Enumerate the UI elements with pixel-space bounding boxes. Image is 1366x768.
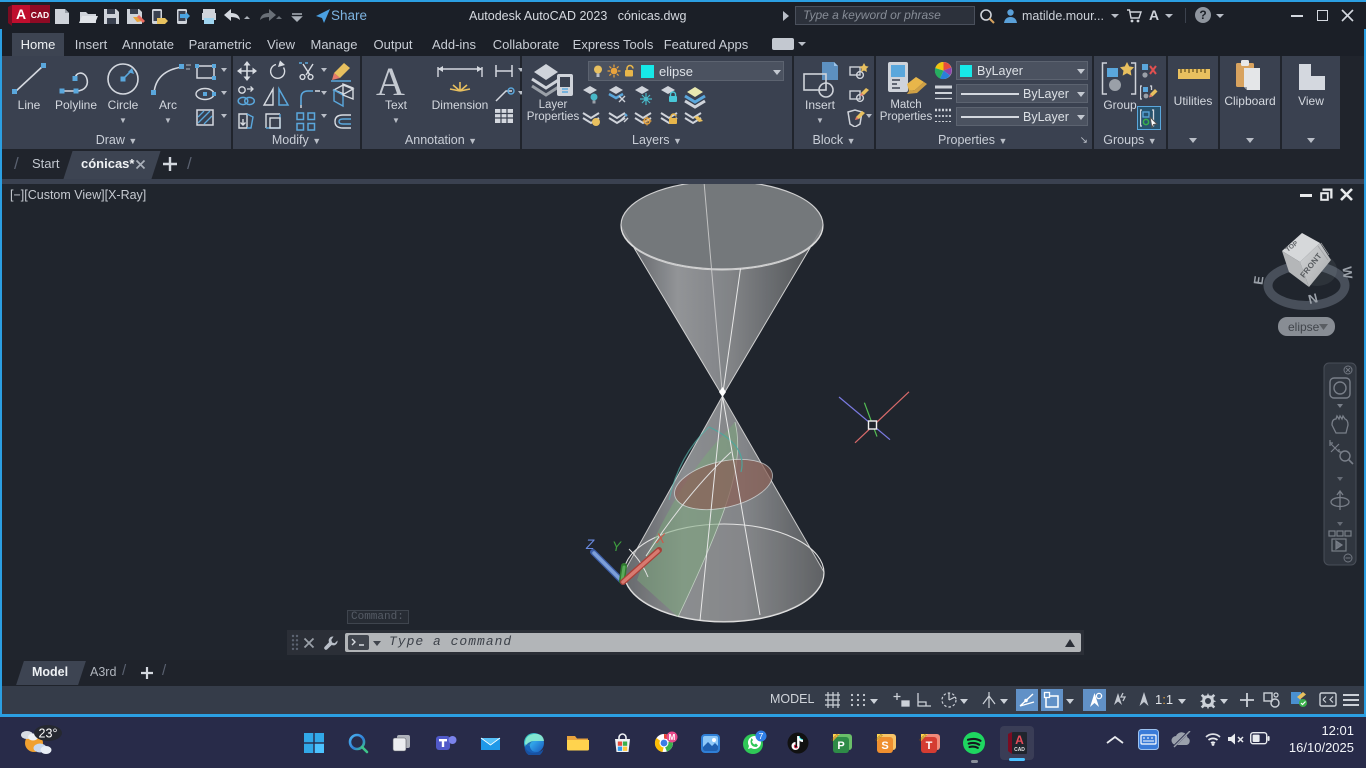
svg-text:A: A (1015, 733, 1024, 747)
svg-text:E: E (1251, 275, 1267, 286)
svg-text:S: S (881, 740, 888, 752)
svg-text:P: P (837, 740, 844, 752)
svg-text:Z: Z (585, 537, 595, 552)
svg-text:M: M (669, 733, 676, 742)
svg-text:T: T (925, 740, 932, 752)
svg-text:CAD: CAD (1014, 747, 1025, 753)
svg-text:CAD: CAD (31, 10, 49, 20)
svg-text:Y: Y (612, 539, 622, 554)
svg-text:elipse: elipse (1288, 320, 1320, 334)
svg-text:7: 7 (759, 731, 764, 741)
svg-text:W: W (1339, 266, 1355, 280)
svg-text:A: A (16, 6, 26, 22)
svg-text:X: X (655, 531, 666, 546)
svg-text:23°: 23° (39, 727, 58, 741)
